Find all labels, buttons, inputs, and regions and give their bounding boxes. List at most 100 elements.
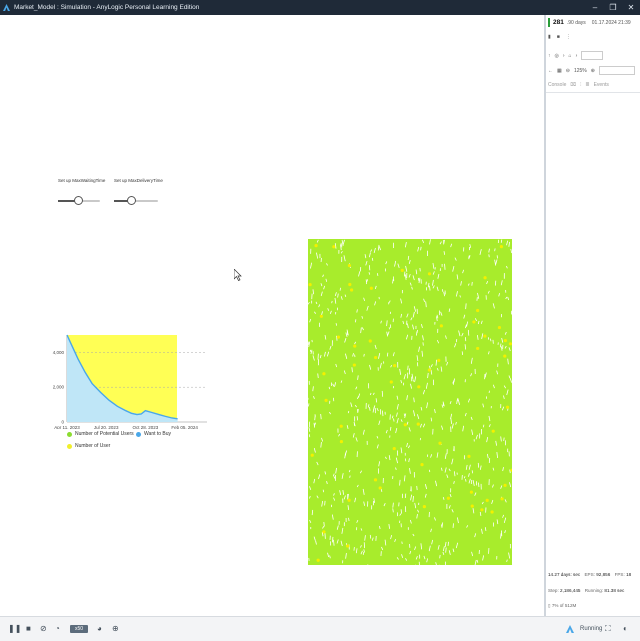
agent-user-marker: [370, 287, 373, 290]
running-value: 81.38 sec: [604, 588, 624, 593]
agent-user-marker: [476, 309, 479, 312]
zoom-in-icon[interactable]: ⊕: [591, 68, 595, 74]
agent-gap: [394, 418, 395, 421]
tab-console[interactable]: Console: [548, 82, 566, 88]
y-tick-label: 0: [61, 420, 64, 425]
agent-gap: [372, 258, 373, 261]
bottom-toolbar: ❚❚ ■ ⊘ ◔ x50 ◕ ⊕ Running ⛶ ◐: [0, 616, 640, 641]
zoom-dropdown[interactable]: [599, 66, 635, 75]
agent-user-marker: [506, 406, 509, 409]
more-icon[interactable]: ⋮: [566, 34, 571, 40]
agent-user-marker: [353, 363, 356, 366]
agent-user-marker: [369, 339, 372, 342]
agent-user-marker: [322, 530, 325, 533]
slider-thumb[interactable]: [127, 196, 136, 205]
y-tick-label: 2,000: [53, 385, 65, 390]
fullscreen-icon[interactable]: ⛶: [605, 624, 611, 634]
events-icon[interactable]: ≣: [585, 82, 589, 88]
legend-label: Want to Buy: [144, 431, 171, 437]
agent-gap: [321, 414, 322, 419]
realtime-icon[interactable]: ⊕: [112, 624, 119, 633]
running-label: Running:: [585, 588, 603, 593]
speed-indicator[interactable]: x50: [70, 625, 88, 633]
agent-gap: [416, 331, 417, 335]
chevron-right-icon[interactable]: ›: [576, 53, 578, 59]
pause-icon[interactable]: ❚❚: [8, 624, 21, 633]
slider-label-max-delivery: Set up MaxDeliveryTime: [114, 178, 163, 183]
grid-icon[interactable]: ▦: [557, 68, 562, 74]
max-waiting-slider[interactable]: [58, 196, 100, 206]
agent-user-marker: [393, 364, 396, 367]
developer-panel: 281 .90 days 01.17.2024 21:39 ▮ ■ ⋮ ↑ ◎ …: [544, 15, 640, 616]
y-tick-label: 4,000: [53, 350, 65, 355]
agent-gap: [421, 247, 422, 250]
speed-up-icon[interactable]: ◕: [97, 624, 102, 633]
agent-user-marker: [428, 272, 431, 275]
step-icon[interactable]: ⊘: [40, 624, 47, 633]
minimize-icon[interactable]: –: [586, 3, 604, 12]
agent-gap: [310, 350, 311, 352]
tab-events[interactable]: Events: [594, 82, 609, 88]
camera-icon[interactable]: ◐: [623, 624, 628, 633]
zoom-out-icon[interactable]: ⊖: [566, 68, 570, 74]
navigation-dropdown[interactable]: [581, 51, 603, 60]
agent-user-marker: [314, 244, 317, 247]
agent-user-marker: [500, 245, 503, 248]
agent-user-marker: [480, 508, 483, 511]
pause-panel-icon[interactable]: ▮: [548, 34, 551, 40]
agent-gap: [510, 470, 511, 473]
agent-gap: [352, 367, 353, 372]
agent-gap: [466, 303, 467, 309]
slow-down-icon[interactable]: ◔: [55, 624, 60, 633]
filter-icon[interactable]: ⫶: [580, 82, 581, 88]
agent-user-marker: [350, 288, 353, 291]
anylogic-logo-icon: [3, 4, 10, 11]
legend-swatch: [67, 444, 72, 449]
agent-user-marker: [503, 484, 506, 487]
panel-toolbar-1: ▮ ■ ⋮: [548, 34, 638, 40]
chevron-right-icon[interactable]: ›: [563, 53, 565, 59]
stop-icon[interactable]: ■: [26, 624, 31, 633]
agent-gap: [387, 320, 388, 326]
stop-panel-icon[interactable]: ■: [557, 34, 560, 40]
up-arrow-icon[interactable]: ↑: [548, 53, 551, 59]
home-icon[interactable]: ⌂: [569, 53, 572, 59]
restore-icon[interactable]: ❐: [604, 3, 622, 12]
clear-icon[interactable]: ⌧: [570, 82, 576, 88]
legend-label: Number of User: [75, 443, 110, 449]
agent-gap: [489, 254, 490, 257]
agent-user-marker: [322, 372, 325, 375]
close-icon[interactable]: ✕: [622, 3, 640, 12]
back-arrow-icon[interactable]: ←: [548, 68, 553, 74]
agent-user-marker: [440, 324, 443, 327]
max-delivery-slider[interactable]: [114, 196, 158, 206]
agent-user-marker: [393, 447, 396, 450]
agent-user-marker: [340, 425, 343, 428]
target-icon[interactable]: ◎: [555, 53, 559, 59]
agent-user-marker: [483, 334, 486, 337]
agent-user-marker: [346, 544, 349, 547]
agent-user-marker: [447, 497, 450, 500]
agent-user-marker: [500, 497, 503, 500]
agent-gap: [501, 240, 502, 243]
slider-thumb[interactable]: [74, 196, 83, 205]
agent-user-marker: [404, 423, 407, 426]
model-time-row: 281 .90 days 01.17.2024 21:39: [548, 18, 638, 27]
agent-user-marker: [472, 320, 475, 323]
agent-gap: [315, 416, 316, 420]
model-canvas[interactable]: Set up MaxWaitingTime Set up MaxDelivery…: [0, 15, 544, 616]
legend-label: Number of Potential Users: [75, 431, 134, 437]
agent-gap: [478, 483, 479, 487]
slider-label-max-waiting: Set up MaxWaitingTime: [58, 178, 105, 183]
agent-user-marker: [379, 486, 382, 489]
agent-gap: [357, 416, 358, 420]
agent-user-marker: [324, 399, 327, 402]
agent-user-marker: [467, 455, 470, 458]
agent-gap: [324, 522, 325, 526]
fps-value: 18: [626, 572, 631, 577]
panel-toolbar-2: ↑ ◎ › ⌂ ›: [548, 51, 638, 60]
agent-user-marker: [348, 499, 351, 502]
agent-user-marker: [420, 463, 423, 466]
time-per-sec-value: 14.27 days: sec: [548, 572, 580, 577]
x-tick-label: Feb 05, 2024: [171, 425, 198, 429]
